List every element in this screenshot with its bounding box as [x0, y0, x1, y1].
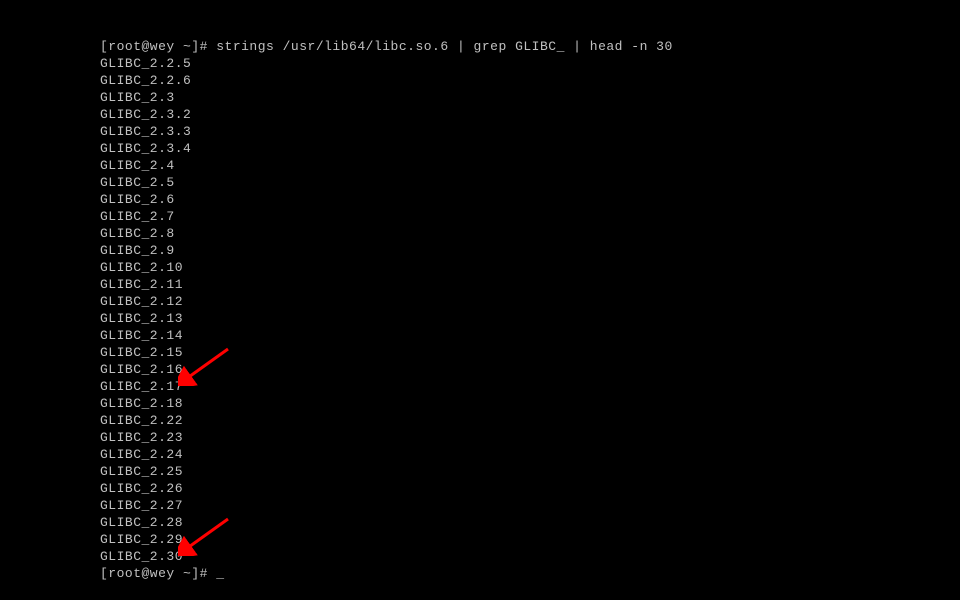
output-line: GLIBC_2.14	[100, 327, 960, 344]
output-line: GLIBC_2.3	[100, 89, 960, 106]
output-line: GLIBC_2.29	[100, 531, 960, 548]
output-line: GLIBC_2.17	[100, 378, 960, 395]
output-line: GLIBC_2.3.3	[100, 123, 960, 140]
output-line: GLIBC_2.7	[100, 208, 960, 225]
output-line: GLIBC_2.23	[100, 429, 960, 446]
prompt-line[interactable]: [root@wey ~]# _	[100, 565, 960, 582]
output-line: GLIBC_2.2.6	[100, 72, 960, 89]
output-line: GLIBC_2.3.4	[100, 140, 960, 157]
output-line: GLIBC_2.13	[100, 310, 960, 327]
output-line: GLIBC_2.25	[100, 463, 960, 480]
output-line: GLIBC_2.5	[100, 174, 960, 191]
output-line: GLIBC_2.24	[100, 446, 960, 463]
output-line: GLIBC_2.2.5	[100, 55, 960, 72]
output-line: GLIBC_2.11	[100, 276, 960, 293]
output-line: GLIBC_2.3.2	[100, 106, 960, 123]
output-line: GLIBC_2.12	[100, 293, 960, 310]
output-line: GLIBC_2.10	[100, 259, 960, 276]
output-line: GLIBC_2.30	[100, 548, 960, 565]
output-line: GLIBC_2.22	[100, 412, 960, 429]
output-line: GLIBC_2.26	[100, 480, 960, 497]
cursor: _	[216, 566, 224, 581]
output-line: GLIBC_2.4	[100, 157, 960, 174]
terminal-output[interactable]: [root@wey ~]# strings /usr/lib64/libc.so…	[100, 38, 960, 582]
output-line: GLIBC_2.18	[100, 395, 960, 412]
output-line: GLIBC_2.15	[100, 344, 960, 361]
output-line: GLIBC_2.8	[100, 225, 960, 242]
prompt-text: [root@wey ~]#	[100, 566, 216, 581]
output-line: GLIBC_2.28	[100, 514, 960, 531]
output-line: GLIBC_2.16	[100, 361, 960, 378]
output-line: GLIBC_2.9	[100, 242, 960, 259]
output-line: GLIBC_2.27	[100, 497, 960, 514]
prompt-line: [root@wey ~]# strings /usr/lib64/libc.so…	[100, 38, 960, 55]
output-line: GLIBC_2.6	[100, 191, 960, 208]
